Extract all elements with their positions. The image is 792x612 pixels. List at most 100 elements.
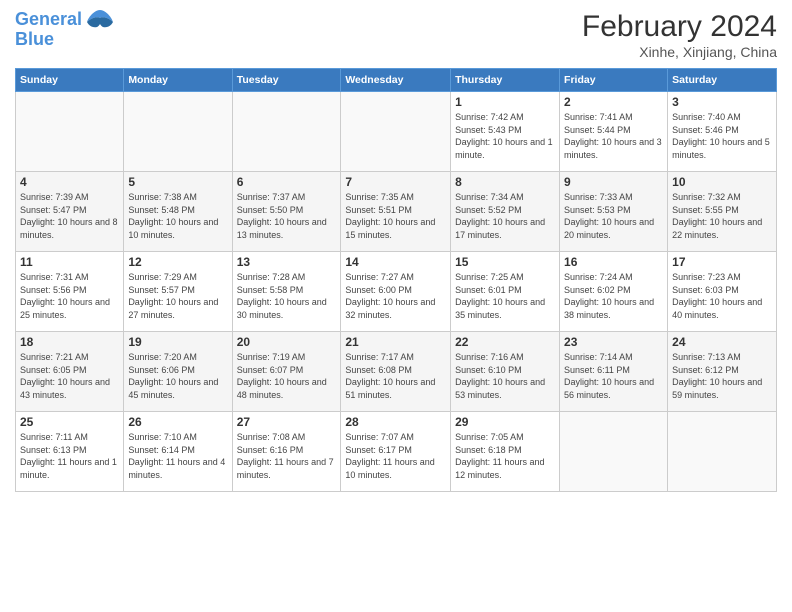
day-info: Sunrise: 7:23 AM Sunset: 6:03 PM Dayligh… [672, 271, 772, 321]
day-number: 6 [237, 175, 337, 189]
day-info: Sunrise: 7:16 AM Sunset: 6:10 PM Dayligh… [455, 351, 555, 401]
subtitle: Xinhe, Xinjiang, China [582, 44, 777, 60]
calendar-cell [341, 92, 451, 172]
day-number: 18 [20, 335, 119, 349]
day-number: 15 [455, 255, 555, 269]
day-number: 27 [237, 415, 337, 429]
calendar-cell: 22 Sunrise: 7:16 AM Sunset: 6:10 PM Dayli… [451, 332, 560, 412]
day-info: Sunrise: 7:11 AM Sunset: 6:13 PM Dayligh… [20, 431, 119, 481]
week-row-2: 4Sunrise: 7:39 AM Sunset: 5:47 PM Daylig… [16, 172, 777, 252]
calendar-cell: 15 Sunrise: 7:25 AM Sunset: 6:01 PM Dayli… [451, 252, 560, 332]
day-number: 1 [455, 95, 555, 109]
day-number: 10 [672, 175, 772, 189]
day-number: 16 [564, 255, 663, 269]
day-info: Sunrise: 7:27 AM Sunset: 6:00 PM Dayligh… [345, 271, 446, 321]
day-number: 2 [564, 95, 663, 109]
day-info: Sunrise: 7:14 AM Sunset: 6:11 PM Dayligh… [564, 351, 663, 401]
calendar-cell: 24 Sunrise: 7:13 AM Sunset: 6:12 PM Dayli… [668, 332, 777, 412]
calendar-cell: 1 Sunrise: 7:42 AM Sunset: 5:43 PM Daylig… [451, 92, 560, 172]
weekday-header-saturday: Saturday [668, 69, 777, 92]
day-info: Sunrise: 7:28 AM Sunset: 5:58 PM Dayligh… [237, 271, 337, 321]
day-number: 22 [455, 335, 555, 349]
week-row-1: 1 Sunrise: 7:42 AM Sunset: 5:43 PM Daylig… [16, 92, 777, 172]
day-info: Sunrise: 7:29 AM Sunset: 5:57 PM Dayligh… [128, 271, 227, 321]
weekday-header-sunday: Sunday [16, 69, 124, 92]
day-number: 29 [455, 415, 555, 429]
calendar-cell: 12 Sunrise: 7:29 AM Sunset: 5:57 PM Dayli… [124, 252, 232, 332]
calendar-cell: 8 Sunrise: 7:34 AM Sunset: 5:52 PM Daylig… [451, 172, 560, 252]
day-number: 9 [564, 175, 663, 189]
day-number: 20 [237, 335, 337, 349]
page: General Blue February 2024 Xinhe, Xinjia… [0, 0, 792, 502]
weekday-header-friday: Friday [560, 69, 668, 92]
calendar-cell: 26 Sunrise: 7:10 AM Sunset: 6:14 PM Dayli… [124, 412, 232, 492]
header: General Blue February 2024 Xinhe, Xinjia… [15, 10, 777, 60]
day-info: Sunrise: 7:08 AM Sunset: 6:16 PM Dayligh… [237, 431, 337, 481]
day-number: 3 [672, 95, 772, 109]
logo-line2: Blue [15, 30, 115, 50]
weekday-header-tuesday: Tuesday [232, 69, 341, 92]
week-row-3: 11Sunrise: 7:31 AM Sunset: 5:56 PM Dayli… [16, 252, 777, 332]
calendar-cell: 28Sunrise: 7:07 AM Sunset: 6:17 PM Dayli… [341, 412, 451, 492]
day-number: 26 [128, 415, 227, 429]
calendar-cell: 2 Sunrise: 7:41 AM Sunset: 5:44 PM Daylig… [560, 92, 668, 172]
day-info: Sunrise: 7:31 AM Sunset: 5:56 PM Dayligh… [20, 271, 119, 321]
calendar-cell: 4Sunrise: 7:39 AM Sunset: 5:47 PM Daylig… [16, 172, 124, 252]
week-row-5: 25 Sunrise: 7:11 AM Sunset: 6:13 PM Dayli… [16, 412, 777, 492]
day-info: Sunrise: 7:35 AM Sunset: 5:51 PM Dayligh… [345, 191, 446, 241]
calendar-cell: 10Sunrise: 7:32 AM Sunset: 5:55 PM Dayli… [668, 172, 777, 252]
day-info: Sunrise: 7:17 AM Sunset: 6:08 PM Dayligh… [345, 351, 446, 401]
day-info: Sunrise: 7:41 AM Sunset: 5:44 PM Dayligh… [564, 111, 663, 161]
day-number: 28 [345, 415, 446, 429]
calendar-cell: 9 Sunrise: 7:33 AM Sunset: 5:53 PM Daylig… [560, 172, 668, 252]
day-info: Sunrise: 7:24 AM Sunset: 6:02 PM Dayligh… [564, 271, 663, 321]
logo: General Blue [15, 10, 115, 50]
day-number: 12 [128, 255, 227, 269]
logo-text: General [15, 10, 82, 30]
week-row-4: 18Sunrise: 7:21 AM Sunset: 6:05 PM Dayli… [16, 332, 777, 412]
day-info: Sunrise: 7:19 AM Sunset: 6:07 PM Dayligh… [237, 351, 337, 401]
weekday-header-thursday: Thursday [451, 69, 560, 92]
calendar-cell [232, 92, 341, 172]
calendar-cell [560, 412, 668, 492]
calendar-cell: 6 Sunrise: 7:37 AM Sunset: 5:50 PM Daylig… [232, 172, 341, 252]
day-info: Sunrise: 7:37 AM Sunset: 5:50 PM Dayligh… [237, 191, 337, 241]
calendar-cell [16, 92, 124, 172]
day-info: Sunrise: 7:25 AM Sunset: 6:01 PM Dayligh… [455, 271, 555, 321]
day-number: 21 [345, 335, 446, 349]
day-number: 25 [20, 415, 119, 429]
day-info: Sunrise: 7:38 AM Sunset: 5:48 PM Dayligh… [128, 191, 227, 241]
calendar-cell [668, 412, 777, 492]
calendar-cell [124, 92, 232, 172]
day-info: Sunrise: 7:40 AM Sunset: 5:46 PM Dayligh… [672, 111, 772, 161]
day-info: Sunrise: 7:10 AM Sunset: 6:14 PM Dayligh… [128, 431, 227, 481]
calendar-cell: 16 Sunrise: 7:24 AM Sunset: 6:02 PM Dayli… [560, 252, 668, 332]
weekday-header-row: SundayMondayTuesdayWednesdayThursdayFrid… [16, 69, 777, 92]
day-number: 19 [128, 335, 227, 349]
logo-line1: General [15, 9, 82, 29]
day-number: 24 [672, 335, 772, 349]
calendar-cell: 14Sunrise: 7:27 AM Sunset: 6:00 PM Dayli… [341, 252, 451, 332]
logo-icon [85, 8, 115, 30]
weekday-header-monday: Monday [124, 69, 232, 92]
calendar-cell: 23Sunrise: 7:14 AM Sunset: 6:11 PM Dayli… [560, 332, 668, 412]
day-info: Sunrise: 7:42 AM Sunset: 5:43 PM Dayligh… [455, 111, 555, 161]
day-info: Sunrise: 7:39 AM Sunset: 5:47 PM Dayligh… [20, 191, 119, 241]
calendar-cell: 25 Sunrise: 7:11 AM Sunset: 6:13 PM Dayli… [16, 412, 124, 492]
calendar-cell: 11Sunrise: 7:31 AM Sunset: 5:56 PM Dayli… [16, 252, 124, 332]
calendar-cell: 13Sunrise: 7:28 AM Sunset: 5:58 PM Dayli… [232, 252, 341, 332]
calendar-cell: 19Sunrise: 7:20 AM Sunset: 6:06 PM Dayli… [124, 332, 232, 412]
day-info: Sunrise: 7:13 AM Sunset: 6:12 PM Dayligh… [672, 351, 772, 401]
day-info: Sunrise: 7:34 AM Sunset: 5:52 PM Dayligh… [455, 191, 555, 241]
day-number: 5 [128, 175, 227, 189]
calendar-cell: 27 Sunrise: 7:08 AM Sunset: 6:16 PM Dayli… [232, 412, 341, 492]
calendar-table: SundayMondayTuesdayWednesdayThursdayFrid… [15, 68, 777, 492]
day-number: 7 [345, 175, 446, 189]
calendar-cell: 20 Sunrise: 7:19 AM Sunset: 6:07 PM Dayli… [232, 332, 341, 412]
day-number: 8 [455, 175, 555, 189]
calendar-cell: 7 Sunrise: 7:35 AM Sunset: 5:51 PM Daylig… [341, 172, 451, 252]
day-info: Sunrise: 7:05 AM Sunset: 6:18 PM Dayligh… [455, 431, 555, 481]
calendar-cell: 17Sunrise: 7:23 AM Sunset: 6:03 PM Dayli… [668, 252, 777, 332]
day-info: Sunrise: 7:33 AM Sunset: 5:53 PM Dayligh… [564, 191, 663, 241]
calendar-cell: 18Sunrise: 7:21 AM Sunset: 6:05 PM Dayli… [16, 332, 124, 412]
